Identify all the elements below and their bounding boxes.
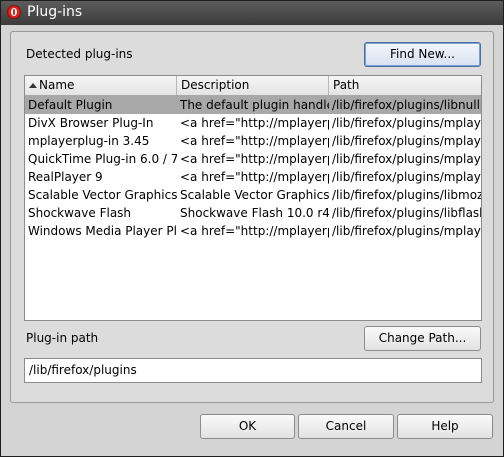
row-name-cell: mplayerplug-in 3.45 (28, 134, 150, 148)
ok-button[interactable]: OK (200, 414, 295, 439)
table-row[interactable]: Scalable Vector Graphics Scalable Vector … (25, 186, 482, 204)
row-description-cell: <a href="http://mplayerplu... (180, 170, 329, 184)
table-row[interactable]: Shockwave Flash Shockwave Flash 10.0 r42/… (25, 204, 482, 222)
row-name-cell: DivX Browser Plug-In (28, 116, 154, 130)
cancel-button[interactable]: Cancel (298, 414, 394, 439)
list-header: Name Description Path (25, 76, 481, 96)
row-description-cell: <a href="http://mplayerplu... (180, 116, 329, 130)
row-description-cell: <a href="http://mplayerplu... (180, 224, 329, 238)
row-description-cell: Shockwave Flash 10.0 r42 (180, 206, 329, 220)
row-path-cell: /lib/firefox/plugins/libflash... (332, 206, 482, 220)
plugin-path-field[interactable]: /lib/firefox/plugins (24, 358, 482, 383)
table-row[interactable]: Default Plugin The default plugin handle.… (25, 96, 481, 114)
row-name-cell: Shockwave Flash (28, 206, 132, 220)
plugin-path-label: Plug-in path (26, 331, 99, 345)
table-row[interactable]: Windows Media Player Pl... <a href="http:… (25, 222, 481, 240)
row-description-cell: <a href="http://mplayerplu... (180, 134, 329, 148)
table-row[interactable]: DivX Browser Plug-In <a href="http://mpla… (25, 114, 481, 132)
row-description-cell: <a href="http://mplayerplu... (180, 152, 329, 166)
column-header-description-label: Description (181, 78, 250, 92)
title-bar[interactable]: Plug-ins (1, 1, 503, 25)
row-path-cell: /lib/firefox/plugins/mplaye... (332, 170, 481, 184)
plugins-dialog: Plug-ins Detected plug-ins Find New... N… (0, 0, 504, 457)
column-header-description[interactable]: Description (177, 76, 329, 95)
plugins-list[interactable]: Name Description Path Default Plugin The … (24, 75, 482, 321)
row-description-cell: The default plugin handle... (180, 98, 329, 112)
row-name-cell: QuickTime Plug-in 6.0 / 7 (28, 152, 177, 166)
opera-logo-icon (7, 5, 21, 19)
detected-plugins-label: Detected plug-ins (26, 47, 133, 61)
table-row[interactable]: mplayerplug-in 3.45 <a href="http://mplay… (25, 132, 481, 150)
row-name-cell: Scalable Vector Graphics (28, 188, 177, 202)
row-path-cell: /lib/firefox/plugins/libmozs... (332, 188, 482, 202)
column-header-name-label: Name (39, 78, 75, 92)
table-row[interactable]: QuickTime Plug-in 6.0 / 7 <a href="http:/… (25, 150, 481, 168)
table-row[interactable]: RealPlayer 9 <a href="http://mplayerplu..… (25, 168, 481, 186)
row-path-cell: /lib/firefox/plugins/mplaye... (332, 224, 481, 238)
row-path-cell: /lib/firefox/plugins/mplaye... (332, 152, 481, 166)
row-description-cell: Scalable Vector Graphics,... (180, 188, 329, 202)
help-button[interactable]: Help (397, 414, 493, 439)
row-path-cell: /lib/firefox/plugins/libnullpl... (332, 98, 481, 112)
column-header-name[interactable]: Name (25, 76, 177, 95)
row-name-cell: Default Plugin (28, 98, 113, 112)
column-header-path-label: Path (333, 78, 360, 92)
find-new-button[interactable]: Find New... (364, 42, 481, 67)
row-name-cell: Windows Media Player Pl... (28, 224, 177, 238)
sort-ascending-icon (29, 83, 37, 88)
change-path-button[interactable]: Change Path... (364, 326, 481, 351)
row-path-cell: /lib/firefox/plugins/mplaye... (332, 134, 481, 148)
row-path-cell: /lib/firefox/plugins/mplaye... (332, 116, 481, 130)
row-name-cell: RealPlayer 9 (28, 170, 103, 184)
column-header-path[interactable]: Path (329, 76, 481, 95)
window-title: Plug-ins (27, 4, 83, 20)
